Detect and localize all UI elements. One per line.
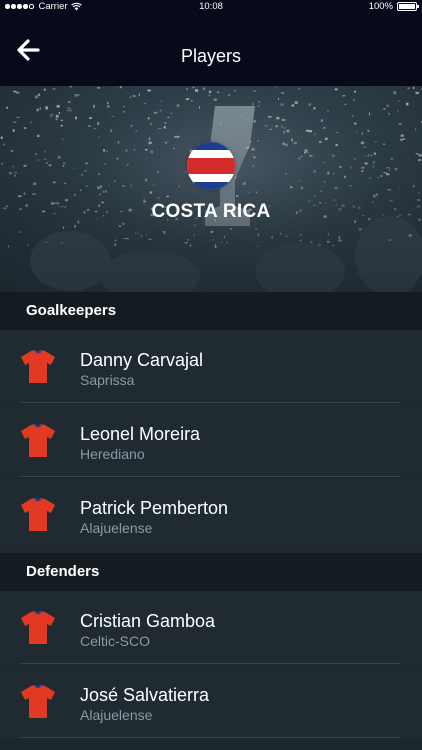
jersey-icon — [21, 423, 55, 457]
section-header-goalkeepers: Goalkeepers — [0, 292, 422, 330]
navigation-bar: Players — [0, 14, 422, 86]
player-club: Alajuelense — [80, 707, 153, 723]
jersey-icon — [21, 497, 55, 531]
player-row[interactable]: Cristian Gamboa Celtic-SCO — [0, 591, 422, 664]
status-bar: Carrier 10:08 100% — [0, 0, 422, 14]
status-time: 10:08 — [199, 1, 223, 12]
player-row[interactable]: José Salvatierra Alajuelense — [0, 665, 422, 738]
player-name: Cristian Gamboa — [80, 611, 216, 631]
team-hero-banner: COSTA RICA — [0, 86, 422, 292]
section-header-defenders: Defenders — [0, 553, 422, 591]
player-club: Alajuelense — [80, 520, 153, 536]
row-divider — [20, 402, 400, 403]
page-title: Players — [180, 46, 242, 66]
player-club: Celtic-SCO — [80, 633, 151, 649]
player-club: Herediano — [80, 446, 145, 462]
jersey-icon — [21, 684, 55, 718]
battery-icon — [397, 2, 419, 11]
team-flag-icon — [187, 142, 235, 190]
status-right: 100% — [368, 1, 419, 12]
row-divider — [20, 663, 400, 664]
team-name: COSTA RICA — [151, 201, 271, 222]
player-club: Saprissa — [80, 372, 135, 388]
row-divider — [20, 476, 400, 477]
player-name: Patrick Pemberton — [80, 498, 229, 518]
battery-percent: 100% — [368, 1, 393, 12]
player-row[interactable]: Danny Carvajal Saprissa — [0, 330, 422, 403]
jersey-icon — [21, 349, 55, 383]
row-divider — [20, 737, 400, 738]
player-name: José Salvatierra — [80, 685, 210, 705]
player-name: Danny Carvajal — [80, 350, 204, 370]
player-row[interactable]: Leonel Moreira Herediano — [0, 404, 422, 477]
player-row[interactable]: Patrick Pemberton Alajuelense — [0, 478, 422, 551]
player-name: Leonel Moreira — [80, 424, 201, 444]
jersey-icon — [21, 610, 55, 644]
